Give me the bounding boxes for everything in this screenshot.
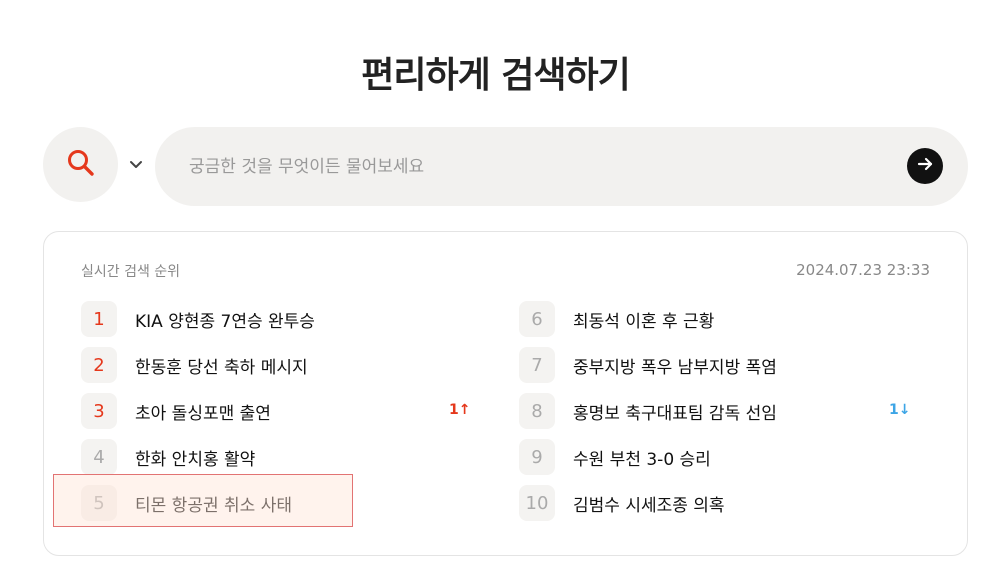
rank-change-down-badge: 1↓ bbox=[889, 402, 911, 418]
search-bar bbox=[155, 127, 968, 206]
search-icon bbox=[66, 148, 96, 182]
trending-item-2[interactable]: 2 한동훈 당선 축하 메시지 bbox=[81, 342, 481, 388]
trending-keyword: KIA 양현종 7연승 완투승 bbox=[135, 311, 315, 332]
trending-keyword: 최동석 이혼 후 근황 bbox=[573, 311, 715, 332]
search-type-button[interactable] bbox=[43, 127, 118, 202]
rank-number: 5 bbox=[81, 485, 117, 521]
search-input[interactable] bbox=[187, 149, 891, 185]
rank-number: 2 bbox=[81, 347, 117, 383]
rank-number: 4 bbox=[81, 439, 117, 475]
rank-number: 8 bbox=[519, 393, 555, 429]
trending-column-left: 1 KIA 양현종 7연승 완투승 2 한동훈 당선 축하 메시지 3 초아 돌… bbox=[81, 296, 481, 526]
trending-item-4[interactable]: 4 한화 안치홍 활약 bbox=[81, 434, 481, 480]
trending-keyword: 김범수 시세조종 의혹 bbox=[573, 495, 725, 516]
rank-number: 10 bbox=[519, 485, 555, 521]
trending-item-8[interactable]: 8 홍명보 축구대표팀 감독 선임 1↓ bbox=[519, 388, 919, 434]
trending-item-1[interactable]: 1 KIA 양현종 7연승 완투승 bbox=[81, 296, 481, 342]
trending-item-7[interactable]: 7 중부지방 폭우 남부지방 폭염 bbox=[519, 342, 919, 388]
rank-number: 6 bbox=[519, 301, 555, 337]
trending-keyword: 중부지방 폭우 남부지방 폭염 bbox=[573, 357, 777, 378]
rank-number: 9 bbox=[519, 439, 555, 475]
rank-number: 1 bbox=[81, 301, 117, 337]
rank-change-up-badge: 1↑ bbox=[449, 402, 471, 418]
rank-number: 3 bbox=[81, 393, 117, 429]
trending-item-6[interactable]: 6 최동석 이혼 후 근황 bbox=[519, 296, 919, 342]
trending-keyword: 초아 돌싱포맨 출연 bbox=[135, 403, 271, 424]
trending-keyword: 수원 부천 3-0 승리 bbox=[573, 449, 711, 470]
arrow-right-icon bbox=[916, 155, 934, 177]
page-title: 편리하게 검색하기 bbox=[361, 55, 631, 97]
trending-keyword: 한동훈 당선 축하 메시지 bbox=[135, 357, 308, 378]
rank-number: 7 bbox=[519, 347, 555, 383]
trending-keyword: 티몬 항공권 취소 사태 bbox=[135, 495, 292, 516]
trending-label: 실시간 검색 순위 bbox=[81, 264, 181, 280]
search-submit-button[interactable] bbox=[907, 148, 943, 184]
trending-item-3[interactable]: 3 초아 돌싱포맨 출연 1↑ bbox=[81, 388, 481, 434]
trending-item-5[interactable]: 5 티몬 항공권 취소 사태 bbox=[81, 480, 481, 526]
trending-keyword: 홍명보 축구대표팀 감독 선임 bbox=[573, 403, 777, 424]
trending-timestamp: 2024.07.23 23:33 bbox=[796, 261, 930, 279]
trending-keyword: 한화 안치홍 활약 bbox=[135, 449, 256, 470]
trending-column-right: 6 최동석 이혼 후 근황 7 중부지방 폭우 남부지방 폭염 8 홍명보 축구… bbox=[519, 296, 919, 526]
chevron-down-icon[interactable] bbox=[126, 155, 146, 175]
trending-item-10[interactable]: 10 김범수 시세조종 의혹 bbox=[519, 480, 919, 526]
trending-item-9[interactable]: 9 수원 부천 3-0 승리 bbox=[519, 434, 919, 480]
trending-panel: 실시간 검색 순위 2024.07.23 23:33 1 KIA 양현종 7연승… bbox=[43, 231, 968, 556]
